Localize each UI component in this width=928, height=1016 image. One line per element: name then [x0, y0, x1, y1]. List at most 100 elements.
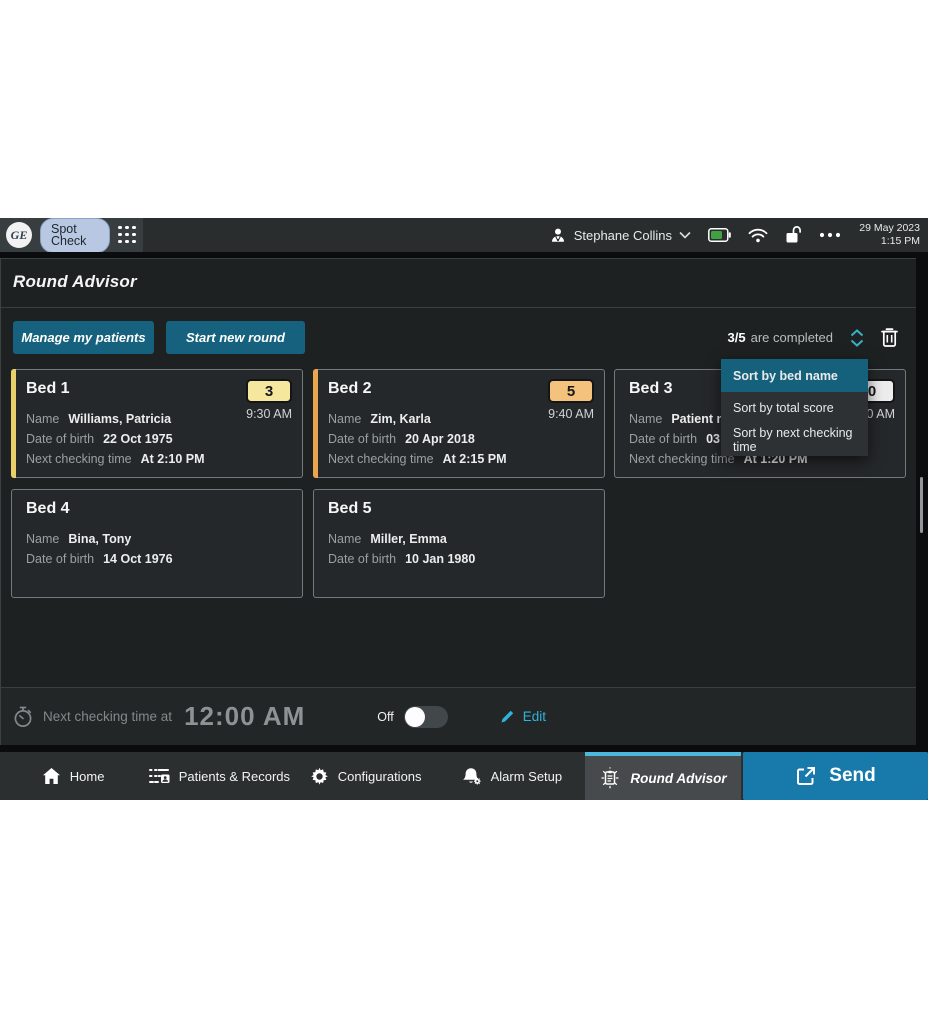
pencil-icon: [500, 709, 515, 724]
user-name: Stephane Collins: [574, 228, 672, 243]
next-checking-label: Next checking time: [328, 452, 434, 466]
nav-configurations[interactable]: Configurations: [293, 752, 439, 800]
send-icon: [795, 765, 817, 787]
dob-label: Date of birth: [629, 432, 697, 446]
nav-configurations-label: Configurations: [338, 769, 422, 784]
dob-label: Date of birth: [328, 432, 396, 446]
chevron-down-icon: [679, 231, 691, 239]
app-name-pill[interactable]: Spot Check: [40, 218, 110, 253]
scrollbar-thumb[interactable]: [920, 477, 923, 533]
bed-card[interactable]: Bed 5 Name Miller, Emma Date of birth 10 J…: [313, 489, 605, 598]
nav-round-advisor-active[interactable]: Round Advisor: [585, 752, 741, 800]
round-advisor-icon: [599, 767, 621, 789]
nav-round-advisor-label: Round Advisor: [630, 771, 726, 786]
header-divider: [1, 307, 916, 308]
patient-dob: 14 Oct 1976: [103, 552, 173, 566]
clinician-icon: [549, 226, 567, 244]
name-label: Name: [328, 532, 361, 546]
edit-label: Edit: [523, 709, 546, 724]
send-label: Send: [829, 765, 875, 787]
toggle-knob: [405, 707, 425, 727]
sort-dropdown-menu: Sort by bed name Sort by total score Sor…: [721, 359, 868, 456]
nav-alarm-setup-label: Alarm Setup: [491, 769, 563, 784]
dob-label: Date of birth: [26, 552, 94, 566]
stopwatch-icon: [13, 706, 33, 728]
round-advisor-panel: Round Advisor Manage my patients Start n…: [0, 258, 916, 745]
patients-records-icon: [149, 767, 170, 785]
topbar-app-section: GE Spot Check: [0, 218, 143, 252]
next-checking-time-label: Next checking time at: [43, 709, 172, 724]
name-label: Name: [26, 532, 59, 546]
patient-name: Miller, Emma: [370, 532, 446, 546]
patient-dob: 22 Oct 1975: [103, 432, 173, 446]
completed-count: 3/5: [728, 330, 746, 345]
patient-dob: 20 Apr 2018: [405, 432, 475, 446]
time-text: 1:15 PM: [858, 235, 920, 248]
patient-name: Bina, Tony: [68, 532, 131, 546]
nav-home-label: Home: [70, 769, 105, 784]
top-status-bar: GE Spot Check Stephane Collins: [0, 218, 928, 252]
patient-name: Williams, Patricia: [68, 412, 171, 426]
battery-icon: [708, 228, 731, 242]
gear-icon: [310, 767, 329, 786]
name-label: Name: [629, 412, 662, 426]
score-badge: 5: [548, 379, 594, 403]
page-title: Round Advisor: [13, 272, 137, 292]
nav-home[interactable]: Home: [0, 752, 146, 800]
bed-title: Bed 5: [328, 500, 592, 518]
sort-option-total-score[interactable]: Sort by total score: [721, 392, 868, 424]
score-accent-bar: [11, 369, 16, 478]
wifi-icon: [748, 228, 768, 243]
score-time: 9:30 AM: [246, 407, 292, 421]
dob-label: Date of birth: [328, 552, 396, 566]
sort-option-bed-name[interactable]: Sort by bed name: [721, 359, 868, 392]
sort-chevrons-icon[interactable]: [848, 328, 866, 348]
bed-title: Bed 4: [26, 500, 290, 518]
bed-card[interactable]: Bed 2 5 9:40 AM NameZim, Karla Date of b…: [313, 369, 605, 478]
patient-dob: 10 Jan 1980: [405, 552, 475, 566]
completed-label: are completed: [751, 330, 833, 345]
manage-patients-button[interactable]: Manage my patients: [13, 321, 154, 354]
next-checking-time: At 2:15 PM: [443, 452, 507, 466]
completed-status: 3/5 are completed: [728, 330, 833, 345]
name-label: Name: [328, 412, 361, 426]
unlock-icon[interactable]: [785, 226, 802, 244]
topbar-status-section: Stephane Collins 29 May 2023 1:15 PM: [549, 218, 928, 252]
score-time: 9:40 AM: [548, 407, 594, 421]
bed-card[interactable]: Bed 1 3 9:30 AM NameWilliams, Patricia D…: [11, 369, 303, 478]
edit-button[interactable]: Edit: [500, 709, 546, 724]
date-text: 29 May 2023: [858, 222, 920, 235]
next-checking-time-value: 12:00 AM: [184, 701, 305, 732]
start-round-button[interactable]: Start new round: [166, 321, 305, 354]
completed-status-group: 3/5 are completed: [728, 321, 898, 354]
sort-option-next-checking-time[interactable]: Sort by next checking time: [721, 424, 868, 456]
send-button[interactable]: Send: [743, 752, 928, 800]
home-icon: [42, 767, 61, 785]
more-options-icon[interactable]: [819, 232, 841, 238]
next-checking-label: Next checking time: [629, 452, 735, 466]
trash-icon[interactable]: [881, 328, 898, 347]
toggle-state-label: Off: [377, 710, 393, 724]
next-checking-time-bar: Next checking time at 12:00 AM Off Edit: [1, 687, 916, 745]
dob-label: Date of birth: [26, 432, 94, 446]
bed-card[interactable]: Bed 4 Name Bina, Tony Date of birth 14 Oct…: [11, 489, 303, 598]
score-badge: 3: [246, 379, 292, 403]
datetime-display: 29 May 2023 1:15 PM: [858, 222, 920, 248]
scrollbar-track: [916, 258, 928, 745]
alarm-bell-gear-icon: [462, 767, 482, 786]
nav-patients-records-label: Patients & Records: [179, 769, 290, 784]
next-checking-label: Next checking time: [26, 452, 132, 466]
score-accent-bar: [313, 369, 318, 478]
nav-alarm-setup[interactable]: Alarm Setup: [439, 752, 585, 800]
name-label: Name: [26, 412, 59, 426]
user-menu[interactable]: Stephane Collins: [549, 226, 691, 244]
screen: GE Spot Check Stephane Collins: [0, 0, 928, 1016]
bottom-navigation-bar: Home Patients & Records Configurations A…: [0, 752, 928, 800]
next-checking-toggle[interactable]: [404, 706, 448, 728]
divider-strip-bottom: [0, 745, 928, 752]
ge-logo: GE: [6, 222, 32, 248]
next-checking-time: At 2:10 PM: [141, 452, 205, 466]
patient-name: Zim, Karla: [370, 412, 430, 426]
apps-grid-icon[interactable]: [118, 226, 137, 245]
nav-patients-records[interactable]: Patients & Records: [146, 752, 292, 800]
